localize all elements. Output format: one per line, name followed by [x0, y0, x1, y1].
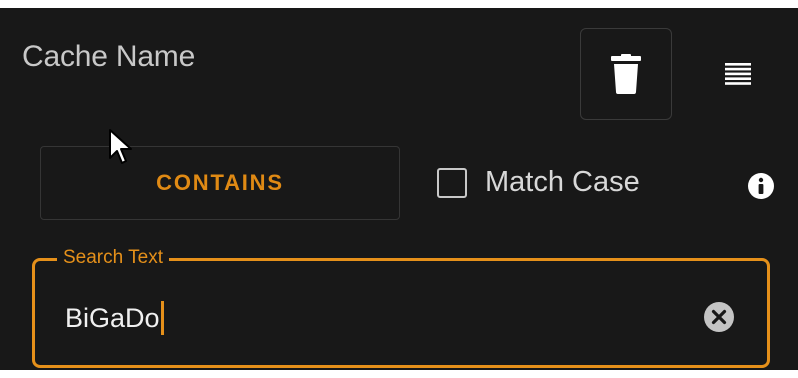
drag-handle-button[interactable]	[716, 52, 760, 96]
delete-filter-button[interactable]	[580, 28, 672, 120]
match-case-toggle[interactable]: Match Case	[437, 166, 640, 199]
drag-handle-icon	[725, 63, 751, 85]
search-text-field[interactable]: Search Text BiGaDo	[32, 246, 770, 368]
search-text-value: BiGaDo	[65, 303, 160, 333]
match-case-checkbox[interactable]	[437, 167, 467, 198]
filter-title: Cache Name	[22, 40, 196, 73]
text-caret	[160, 301, 164, 335]
trash-icon	[611, 54, 641, 94]
cache-name-filter-panel: Cache Name CONTAINS Match Case Search Te…	[0, 8, 798, 370]
contains-operator-button[interactable]: CONTAINS	[40, 146, 400, 220]
search-text-input[interactable]: BiGaDo	[65, 301, 164, 335]
match-case-label: Match Case	[485, 166, 640, 198]
search-text-label: Search Text	[57, 246, 169, 270]
info-icon[interactable]	[747, 172, 775, 200]
clear-icon[interactable]	[703, 301, 735, 333]
